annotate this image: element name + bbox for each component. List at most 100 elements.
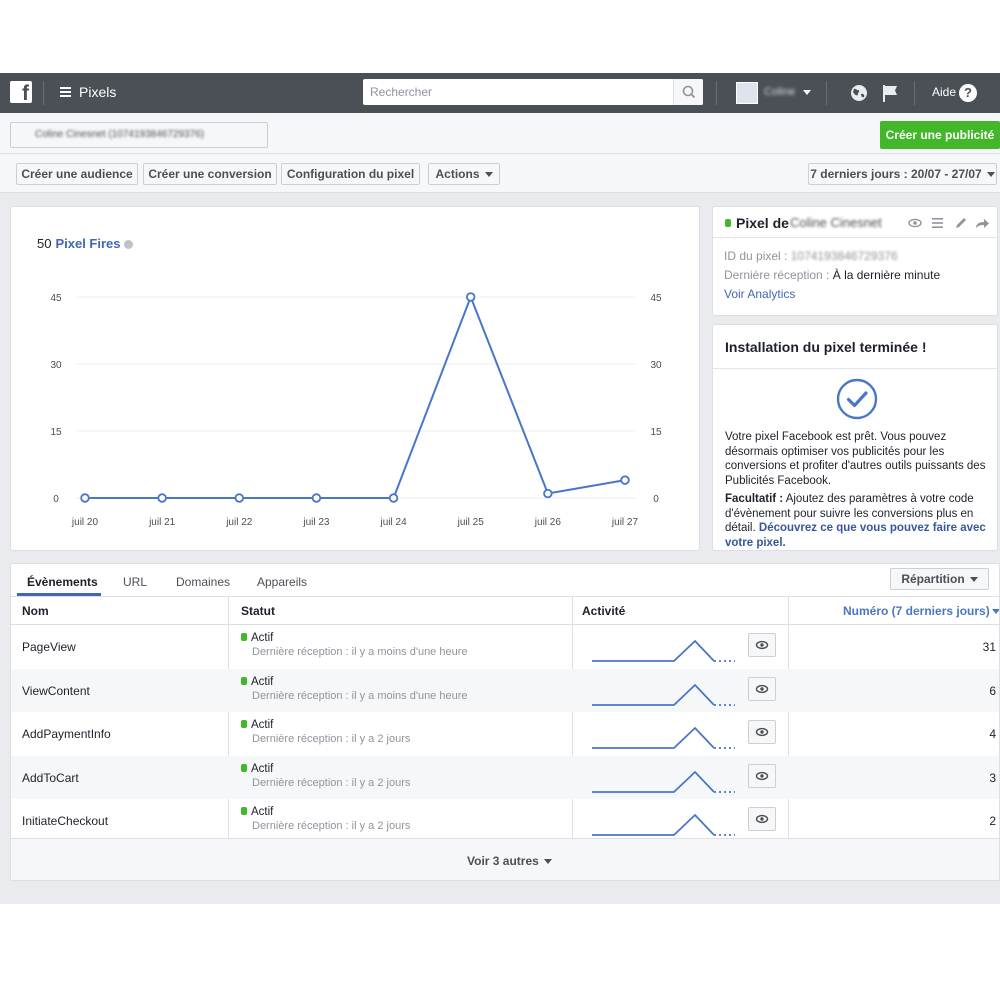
divider	[43, 81, 44, 105]
date-range-picker[interactable]: 7 derniers jours : 20/07 - 27/07	[808, 163, 997, 185]
eye-icon	[755, 771, 769, 780]
x-tick-label: juil 26	[534, 517, 562, 528]
avatar[interactable]	[736, 82, 758, 104]
status-text: Actif	[251, 806, 274, 819]
event-status: Actif Dernière réception : il y a moins d…	[241, 632, 468, 658]
top-nav-bar: f Pixels Coline Aide	[0, 73, 1000, 113]
divider	[914, 81, 915, 105]
x-tick-label: juil 25	[457, 517, 485, 528]
event-name[interactable]: AddPaymentInfo	[22, 727, 111, 741]
last-received: Dernière réception : il y a 2 jours	[252, 820, 411, 833]
activity-sparkline	[592, 683, 735, 706]
status-dot	[241, 763, 247, 772]
tab-domains[interactable]: Domaines	[176, 575, 230, 589]
col-name-header[interactable]: Nom	[22, 604, 49, 618]
chart-card: 50 Pixel Fires 0 0 15 15 30 30 45 45 juil 20 juil …	[10, 206, 700, 551]
divider	[826, 81, 827, 105]
last-received: Dernière réception : il y a 2 jours	[252, 776, 411, 789]
view-analytics-link[interactable]: Voir Analytics	[724, 287, 795, 301]
create-conversion-button[interactable]: Créer une conversion	[143, 163, 277, 185]
facebook-logo[interactable]: f	[10, 81, 32, 103]
chevron-down-icon	[969, 577, 978, 583]
pencil-icon[interactable]	[956, 218, 966, 228]
view-event-button[interactable]	[748, 633, 776, 657]
app-name[interactable]: Pixels	[79, 84, 116, 100]
view-event-button[interactable]	[748, 807, 776, 832]
event-name[interactable]: InitiateCheckout	[22, 814, 108, 828]
see-more-link[interactable]: Voir 3 autres	[467, 854, 552, 868]
last-received: Dernière réception : il y a 2 jours	[252, 733, 411, 746]
search-input[interactable]	[363, 79, 673, 105]
table-row[interactable]: AddToCart Actif Dernière réception : il y…	[11, 755, 999, 800]
table-row[interactable]: InitiateCheckout Actif Dernière réception…	[11, 799, 999, 843]
date-range-label: 7 derniers jours : 20/07 - 27/07	[810, 167, 982, 181]
view-event-button[interactable]	[748, 720, 776, 745]
event-status: Actif Dernière réception : il y a 2 jours	[241, 719, 410, 745]
col-count-header[interactable]: Numéro (7 derniers jours)	[843, 604, 990, 618]
table-row[interactable]: AddPaymentInfo Actif Dernière réception :…	[11, 712, 999, 756]
globe-icon[interactable]	[850, 84, 868, 102]
status-text: Actif	[251, 762, 274, 775]
account-bar: Coline Cinesnet (1074193846729376) Créer…	[0, 113, 1000, 154]
tab-events[interactable]: Évènements	[27, 575, 98, 589]
pixel-id-value: 1074193846729376	[790, 249, 898, 263]
y-tick-label-right: 0	[653, 494, 659, 505]
see-more-label: Voir 3 autres	[467, 854, 539, 868]
x-tick-label: juil 21	[148, 517, 176, 528]
data-point	[620, 475, 630, 485]
list-icon[interactable]	[932, 218, 943, 228]
chevron-down-icon	[543, 859, 552, 865]
eye-icon	[755, 728, 769, 737]
hamburger-icon[interactable]	[60, 87, 71, 97]
status-dot	[241, 807, 247, 816]
help-icon[interactable]: ?	[959, 84, 977, 102]
tab-devices[interactable]: Appareils	[257, 575, 307, 589]
activity-sparkline	[592, 640, 735, 662]
last-received-line: Dernière réception : À la dernière minut…	[724, 268, 940, 282]
share-icon[interactable]	[976, 219, 989, 228]
create-ad-button[interactable]: Créer une publicité	[880, 121, 1000, 149]
table-row[interactable]: ViewContent Actif Dernière réception : il…	[11, 668, 999, 713]
activity-sparkline	[592, 814, 735, 837]
event-status: Actif Dernière réception : il y a 2 jours	[241, 806, 410, 832]
optional-label: Facultatif :	[725, 493, 784, 505]
view-event-button[interactable]	[748, 763, 776, 788]
status-text: Actif	[251, 675, 274, 688]
tab-url[interactable]: URL	[123, 575, 147, 589]
chevron-down-icon[interactable]	[803, 90, 811, 95]
account-selector[interactable]: Coline Cinesnet (1074193846729376)	[10, 122, 268, 148]
event-count: 6	[989, 683, 996, 698]
y-tick-label-left: 30	[50, 360, 62, 371]
learn-more-link[interactable]: Découvrez ce que vous pouvez faire avec …	[725, 522, 986, 549]
status-text: Actif	[251, 719, 274, 732]
help-link[interactable]: Aide	[932, 85, 956, 99]
sort-desc-icon[interactable]	[992, 609, 1000, 615]
event-name[interactable]: ViewContent	[22, 684, 90, 698]
table-footer: Voir 3 autres	[11, 838, 999, 880]
install-card-header: Installation du pixel terminée !	[713, 325, 997, 369]
y-tick-label-left: 15	[50, 427, 62, 438]
col-status-header[interactable]: Statut	[241, 604, 275, 618]
install-complete-card: Installation du pixel terminée ! Votre p…	[712, 324, 998, 551]
eye-icon	[755, 815, 769, 824]
pixel-config-button[interactable]: Configuration du pixel	[281, 163, 420, 185]
search-button[interactable]	[673, 79, 703, 105]
view-event-button[interactable]	[748, 676, 776, 701]
pixel-owner: Coline Cinesnet	[790, 215, 882, 230]
col-activity-header[interactable]: Activité	[582, 604, 625, 618]
actions-label: Actions	[435, 167, 480, 181]
repartition-dropdown[interactable]: Répartition	[890, 568, 989, 590]
eye-icon[interactable]	[908, 218, 922, 228]
create-audience-button[interactable]: Créer une audience	[16, 163, 138, 185]
repartition-label: Répartition	[901, 572, 965, 586]
event-name[interactable]: PageView	[22, 640, 76, 654]
actions-dropdown[interactable]: Actions	[428, 163, 500, 185]
event-count: 3	[989, 770, 996, 785]
flag-icon[interactable]	[880, 83, 900, 103]
user-name[interactable]: Coline	[764, 86, 795, 98]
table-row[interactable]: PageView Actif Dernière réception : il y …	[11, 625, 999, 669]
eye-icon	[755, 640, 769, 650]
eye-icon	[755, 684, 769, 693]
event-name[interactable]: AddToCart	[22, 771, 79, 785]
data-point	[311, 493, 322, 503]
